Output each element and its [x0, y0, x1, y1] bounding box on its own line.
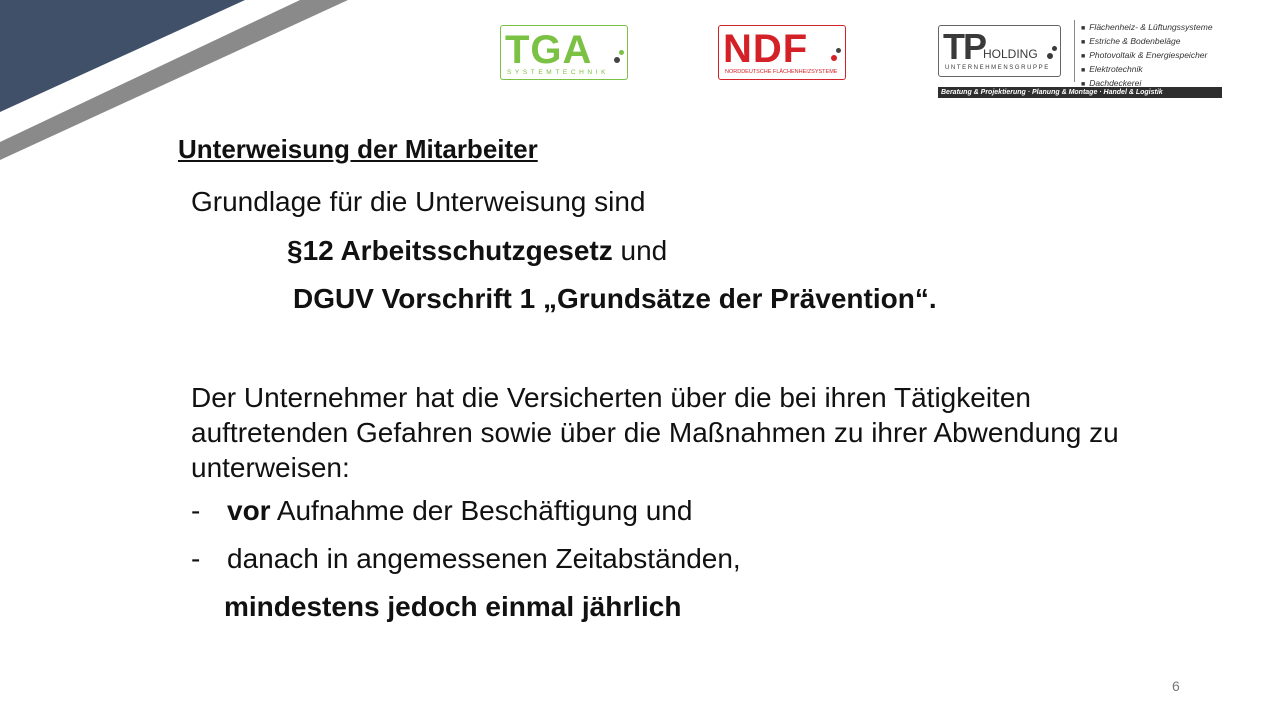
bullet-dash: - — [191, 543, 201, 574]
company-tagline: Beratung & Projektierung · Planung & Mon… — [938, 87, 1222, 98]
service-item: Estriche & Bodenbeläge — [1081, 35, 1213, 49]
ndf-logo-subtitle: NORDDEUTSCHE FLÄCHENHEIZSYSTEME — [725, 69, 838, 75]
services-list: Flächenheiz- & Lüftungssysteme Estriche … — [1081, 21, 1213, 91]
ndf-logo-word: NDF — [723, 27, 809, 71]
law-1-suffix: und — [612, 235, 668, 266]
closing-line: mindestens jedoch einmal jährlich — [224, 591, 682, 622]
tp-logo-holding: HOLDING — [983, 47, 1038, 61]
ndf-logo-dot — [836, 48, 841, 53]
bullet-item: - vor Aufnahme der Beschäftigung und — [191, 495, 692, 527]
tp-logo-dot — [1052, 46, 1057, 51]
tp-holding-logo: TP HOLDING UNTERNEHMENSGRUPPE — [938, 25, 1061, 77]
tga-logo: TGA SYSTEMTECHNIK — [500, 25, 628, 80]
tga-logo-word: TGA — [505, 28, 593, 72]
tga-logo-dot — [619, 50, 624, 55]
bullet-item: - danach in angemessenen Zeitabständen, — [191, 543, 741, 575]
slide-heading: Unterweisung der Mitarbeiter — [178, 134, 538, 164]
service-item: Photovoltaik & Energiespeicher — [1081, 49, 1213, 63]
logo-divider — [1074, 20, 1075, 82]
bullet-bold: vor — [227, 495, 271, 526]
law-line-1: §12 Arbeitsschutzgesetz und — [287, 235, 667, 267]
intro-line: Grundlage für die Unterweisung sind — [191, 186, 646, 217]
tga-logo-dot — [614, 57, 620, 63]
service-item: Elektrotechnik — [1081, 63, 1213, 77]
bullet-dash: - — [191, 495, 201, 526]
tp-logo-subtitle: UNTERNEHMENSGRUPPE — [945, 65, 1050, 71]
tp-logo-word: TP — [943, 26, 987, 67]
ndf-logo-dot — [831, 55, 837, 61]
service-item: Flächenheiz- & Lüftungssysteme — [1081, 21, 1212, 35]
bullet-text: Aufnahme der Beschäftigung und — [270, 495, 693, 526]
main-paragraph: Der Unternehmer hat die Versicherten übe… — [191, 382, 1119, 483]
page-number: 6 — [1172, 678, 1180, 694]
law-line-2: DGUV Vorschrift 1 „Grundsätze der Präven… — [293, 283, 937, 314]
tp-logo-dot — [1047, 53, 1053, 59]
tga-logo-subtitle: SYSTEMTECHNIK — [507, 69, 610, 76]
bullet-text: danach in angemessenen Zeitabständen, — [227, 543, 741, 574]
ndf-logo: NDF NORDDEUTSCHE FLÄCHENHEIZSYSTEME — [718, 25, 846, 80]
law-1-title: §12 Arbeitsschutzgesetz — [287, 235, 613, 266]
